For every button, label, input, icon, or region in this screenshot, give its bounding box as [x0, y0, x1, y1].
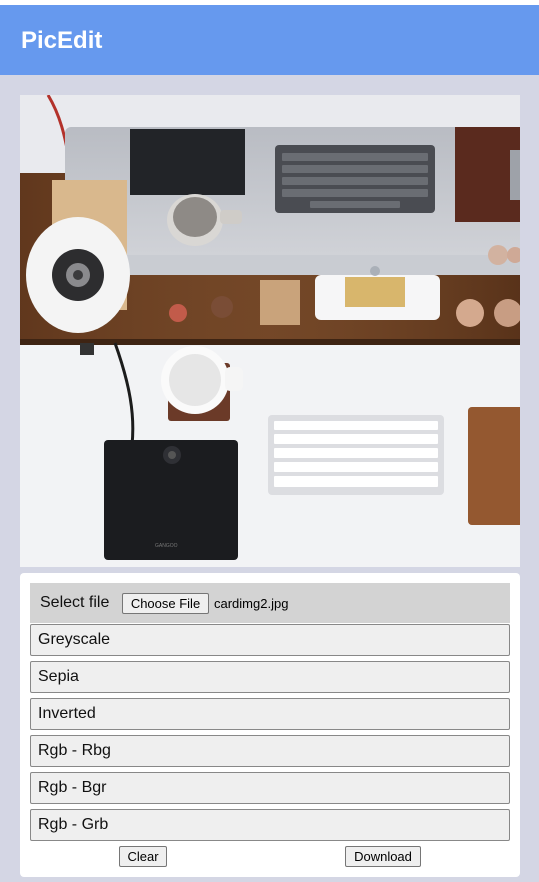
app-header: PicEdit [0, 5, 539, 75]
preview-image: GANGOO [20, 95, 520, 567]
app-title: PicEdit [21, 27, 103, 54]
file-select-label: Select file [40, 594, 110, 611]
greyscale-button[interactable]: Greyscale [30, 624, 510, 656]
choose-file-button[interactable]: Choose File [122, 593, 209, 614]
rgb-bgr-button[interactable]: Rgb - Bgr [30, 772, 510, 804]
clear-button[interactable]: Clear [119, 846, 167, 867]
controls-panel: Select file Choose File cardimg2.jpg Gre… [20, 573, 520, 877]
download-button[interactable]: Download [345, 846, 421, 867]
rgb-grb-button[interactable]: Rgb - Grb [30, 809, 510, 841]
selected-file-name: cardimg2.jpg [214, 596, 289, 611]
inverted-button[interactable]: Inverted [30, 698, 510, 730]
file-select-row: Select file Choose File cardimg2.jpg [30, 583, 510, 623]
sepia-button[interactable]: Sepia [30, 661, 510, 693]
tablet-brand: GANGOO [155, 543, 178, 549]
rgb-rbg-button[interactable]: Rgb - Rbg [30, 735, 510, 767]
desk-workspace-photo: GANGOO [20, 95, 520, 567]
